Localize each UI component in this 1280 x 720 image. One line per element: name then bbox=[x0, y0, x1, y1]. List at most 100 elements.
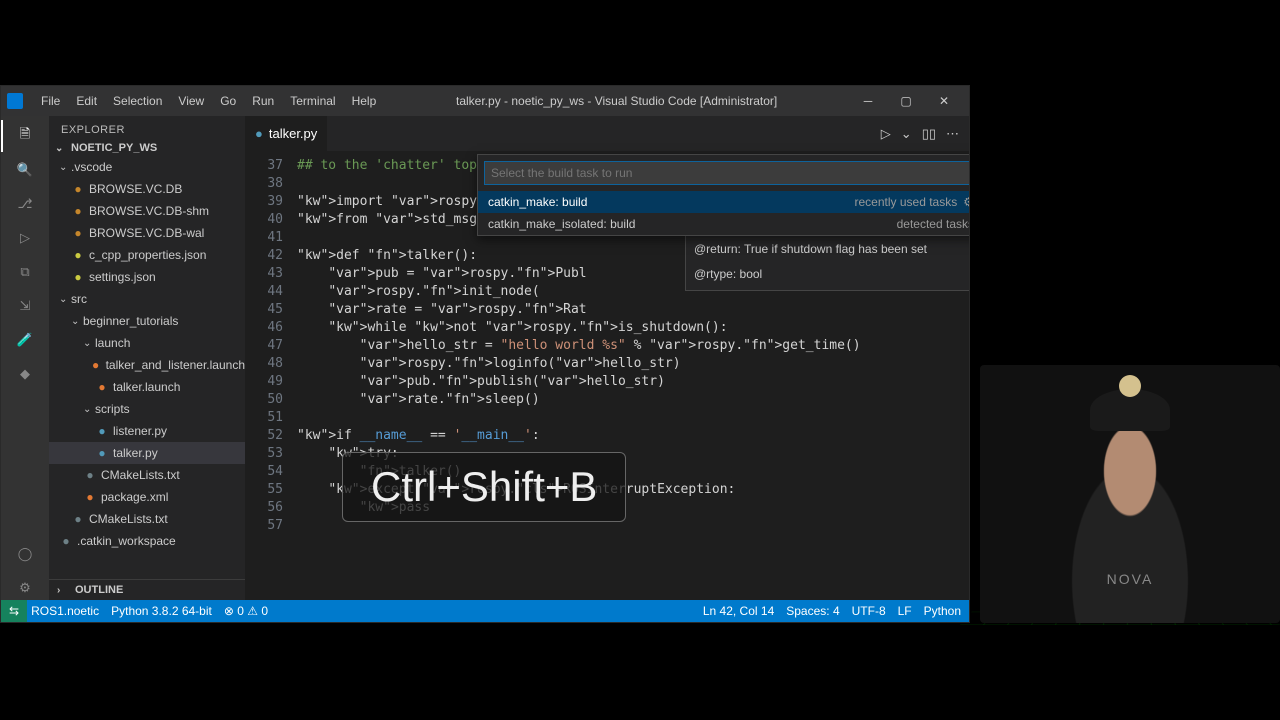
task-picker: catkin_make: buildrecently used tasks⚙ca… bbox=[477, 154, 969, 236]
file-icon: ● bbox=[83, 490, 97, 504]
file-item[interactable]: ●.catkin_workspace bbox=[49, 530, 245, 552]
status-cursor[interactable]: Ln 42, Col 14 bbox=[703, 604, 774, 618]
activity-bar: 🗎 🔍 ⎇ ▷ ⧉ ⇲ 🧪 ◆ ◯ ⚙ bbox=[1, 116, 49, 600]
file-item[interactable]: ●BROWSE.VC.DB-wal bbox=[49, 222, 245, 244]
file-item[interactable]: ● c_cpp_properties.json bbox=[49, 244, 245, 266]
file-icon: ● bbox=[71, 182, 85, 196]
tree-label: c_cpp_properties.json bbox=[89, 248, 206, 262]
folder-item[interactable]: ⌄beginner_tutorials bbox=[49, 310, 245, 332]
remote-icon[interactable]: ⇲ bbox=[13, 294, 37, 318]
file-item[interactable]: ● talker.py bbox=[49, 442, 245, 464]
explorer-icon[interactable]: 🗎 bbox=[13, 124, 37, 148]
status-indent[interactable]: Spaces: 4 bbox=[786, 604, 839, 618]
folder-item[interactable]: ⌄src bbox=[49, 288, 245, 310]
file-item[interactable]: ● package.xml bbox=[49, 486, 245, 508]
file-icon: ● bbox=[59, 534, 73, 548]
tree-label: CMakeLists.txt bbox=[89, 512, 168, 526]
file-item[interactable]: ● BROWSE.VC.DB bbox=[49, 178, 245, 200]
outline-section[interactable]: ›OUTLINE bbox=[49, 579, 245, 600]
webcam-overlay: NOVA bbox=[980, 365, 1280, 623]
titlebar: FileEditSelectionViewGoRunTerminalHelp t… bbox=[1, 86, 969, 116]
file-tree: ⌄.vscode ● BROWSE.VC.DB ●BROWSE.VC.DB-shm●B… bbox=[49, 156, 245, 579]
file-icon: ● bbox=[71, 512, 85, 526]
folder-item[interactable]: ⌄scripts bbox=[49, 398, 245, 420]
menu-go[interactable]: Go bbox=[212, 90, 244, 112]
testing-icon[interactable]: 🧪 bbox=[13, 328, 37, 352]
file-icon: ● bbox=[83, 468, 97, 482]
menu-file[interactable]: File bbox=[33, 90, 68, 112]
task-option[interactable]: catkin_make_isolated: builddetected task… bbox=[478, 213, 969, 235]
menu-selection[interactable]: Selection bbox=[105, 90, 170, 112]
status-encoding[interactable]: UTF-8 bbox=[852, 604, 886, 618]
file-item[interactable]: ● talker.launch bbox=[49, 376, 245, 398]
tree-label: talker.launch bbox=[113, 380, 180, 394]
tab-bar: ● talker.py ▷ ⌄ ▯▯ ⋯ bbox=[245, 116, 969, 151]
file-item[interactable]: ●BROWSE.VC.DB-shm bbox=[49, 200, 245, 222]
window-title: talker.py - noetic_py_ws - Visual Studio… bbox=[388, 94, 845, 108]
status-eol[interactable]: LF bbox=[898, 604, 912, 618]
hover-body-line: @rtype: bool bbox=[694, 265, 969, 284]
menu-help[interactable]: Help bbox=[344, 90, 385, 112]
file-icon: ● bbox=[71, 248, 85, 262]
status-problems[interactable]: ⊗ 0 ⚠ 0 bbox=[224, 604, 268, 618]
vscode-window: FileEditSelectionViewGoRunTerminalHelp t… bbox=[0, 85, 970, 623]
tree-label: src bbox=[71, 292, 87, 306]
minimize-button[interactable]: ─ bbox=[849, 87, 887, 115]
workspace-root[interactable]: ⌄NOETIC_PY_WS bbox=[49, 140, 245, 156]
line-numbers: 37 38 39 40 41 42 43 44 45 46 47 48 49 5… bbox=[245, 151, 297, 600]
settings-gear-icon[interactable]: ⚙ bbox=[13, 576, 37, 600]
task-option[interactable]: catkin_make: buildrecently used tasks⚙ bbox=[478, 191, 969, 213]
menu-view[interactable]: View bbox=[170, 90, 212, 112]
gear-icon[interactable]: ⚙ bbox=[963, 195, 969, 209]
tree-label: launch bbox=[95, 336, 130, 350]
maximize-button[interactable]: ▢ bbox=[887, 87, 925, 115]
run-debug-icon[interactable]: ▷ bbox=[13, 226, 37, 250]
tree-label: CMakeLists.txt bbox=[101, 468, 180, 482]
close-button[interactable]: ✕ bbox=[925, 87, 963, 115]
file-item[interactable]: ● listener.py bbox=[49, 420, 245, 442]
file-icon: ● bbox=[95, 446, 109, 460]
tree-label: BROWSE.VC.DB bbox=[89, 182, 182, 196]
hover-body-line: @return: True if shutdown flag has been … bbox=[694, 240, 969, 259]
tab-talker-py[interactable]: ● talker.py bbox=[245, 116, 328, 151]
menu-terminal[interactable]: Terminal bbox=[282, 90, 343, 112]
tree-label: package.xml bbox=[101, 490, 168, 504]
chevron-down-icon[interactable]: ⌄ bbox=[901, 126, 912, 142]
file-icon: ● bbox=[71, 226, 85, 240]
tree-label: listener.py bbox=[113, 424, 167, 438]
keystroke-overlay: Ctrl+Shift+B bbox=[342, 452, 626, 522]
remote-indicator[interactable]: ⇆ bbox=[1, 600, 27, 622]
status-ros[interactable]: ROS1.noetic bbox=[31, 604, 99, 618]
status-language[interactable]: Python bbox=[924, 604, 961, 618]
extensions-icon[interactable]: ⧉ bbox=[13, 260, 37, 284]
file-icon: ● bbox=[71, 270, 85, 284]
file-item[interactable]: ● CMakeLists.txt bbox=[49, 508, 245, 530]
source-control-icon[interactable]: ⎇ bbox=[13, 192, 37, 216]
tree-label: talker.py bbox=[113, 446, 158, 460]
run-button[interactable]: ▷ bbox=[881, 126, 891, 142]
docker-icon[interactable]: ◆ bbox=[13, 362, 37, 386]
folder-item[interactable]: ⌄.vscode bbox=[49, 156, 245, 178]
file-item[interactable]: ● CMakeLists.txt bbox=[49, 464, 245, 486]
tree-label: settings.json bbox=[89, 270, 156, 284]
search-icon[interactable]: 🔍 bbox=[13, 158, 37, 182]
more-actions-icon[interactable]: ⋯ bbox=[946, 126, 959, 142]
tree-label: .vscode bbox=[71, 160, 112, 174]
split-editor-icon[interactable]: ▯▯ bbox=[922, 126, 936, 142]
file-icon: ● bbox=[95, 424, 109, 438]
file-icon: ● bbox=[90, 358, 102, 372]
tree-label: beginner_tutorials bbox=[83, 314, 178, 328]
file-item[interactable]: ● settings.json bbox=[49, 266, 245, 288]
tab-label: talker.py bbox=[269, 126, 317, 141]
sidebar-title: EXPLORER bbox=[49, 116, 245, 140]
file-icon: ● bbox=[95, 380, 109, 394]
folder-item[interactable]: ⌄launch bbox=[49, 332, 245, 354]
accounts-icon[interactable]: ◯ bbox=[13, 542, 37, 566]
file-item[interactable]: ● talker_and_listener.launch bbox=[49, 354, 245, 376]
menu-edit[interactable]: Edit bbox=[68, 90, 105, 112]
task-picker-input[interactable] bbox=[484, 161, 969, 185]
vscode-logo-icon bbox=[7, 93, 23, 109]
status-python[interactable]: Python 3.8.2 64-bit bbox=[111, 604, 212, 618]
menu-run[interactable]: Run bbox=[244, 90, 282, 112]
tree-label: talker_and_listener.launch bbox=[106, 358, 245, 372]
